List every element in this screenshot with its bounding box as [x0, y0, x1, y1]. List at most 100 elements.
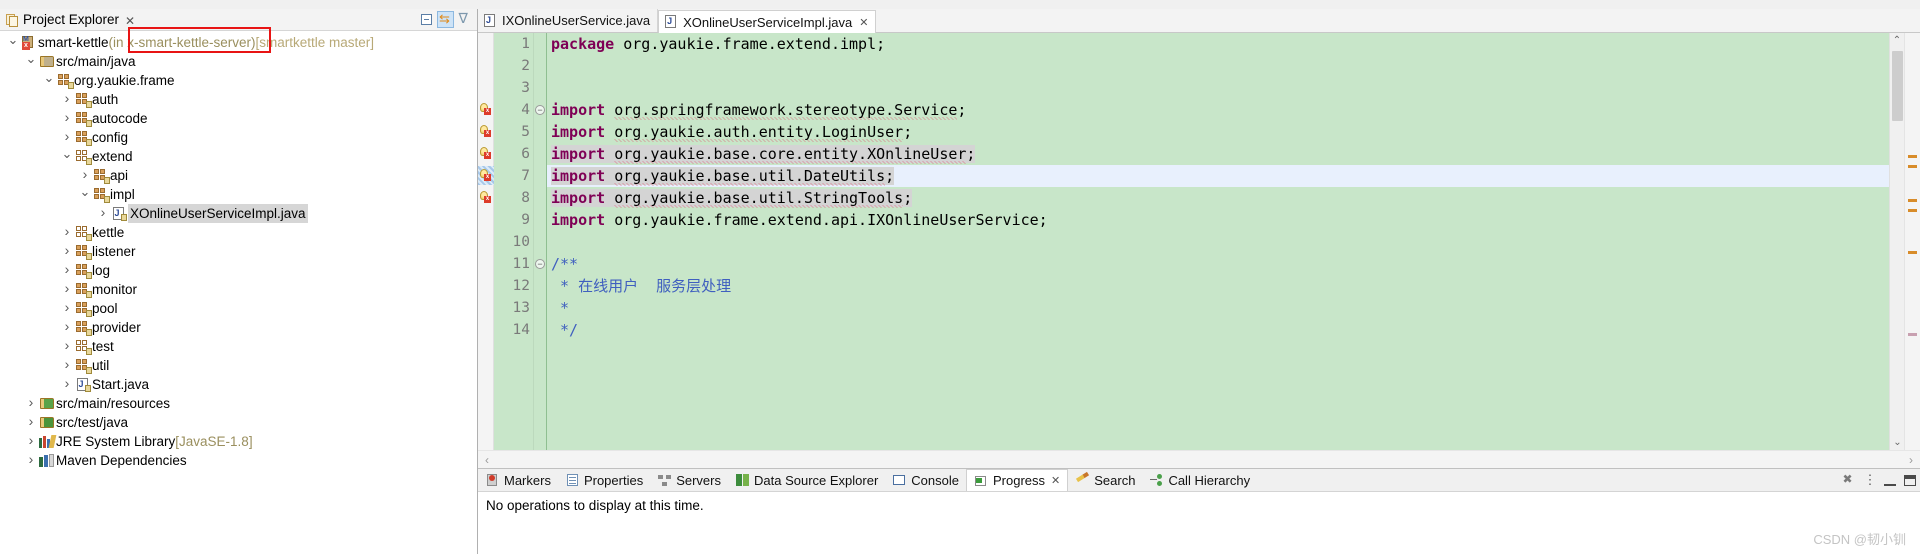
chevron-right-icon[interactable]: [24, 394, 38, 413]
bottom-tab[interactable]: Data Source Explorer: [728, 469, 885, 491]
overview-ruler-mark[interactable]: [1908, 155, 1917, 158]
code-line[interactable]: import org.yaukie.auth.entity.LoginUser;: [547, 121, 1889, 143]
terminate-all-button[interactable]: [1840, 470, 1860, 490]
chevron-down-icon[interactable]: [24, 52, 38, 71]
chevron-right-icon[interactable]: [60, 356, 74, 375]
tree-item[interactable]: org.yaukie.frame: [0, 71, 477, 90]
chevron-right-icon[interactable]: [60, 337, 74, 356]
vertical-scroll-thumb[interactable]: [1892, 51, 1903, 121]
bottom-tab[interactable]: Progress ✕: [965, 469, 1069, 491]
code-text-area[interactable]: package org.yaukie.frame.extend.impl; imp…: [547, 33, 1889, 450]
code-line[interactable]: *: [547, 297, 1889, 319]
tree-item[interactable]: pool: [0, 299, 477, 318]
warning-marker-icon[interactable]: x: [480, 191, 492, 204]
tree-item[interactable]: src/main/java: [0, 52, 477, 71]
scroll-down-arrow[interactable]: ⌄: [1890, 435, 1905, 450]
link-with-editor-button[interactable]: [437, 11, 454, 28]
overview-ruler-mark[interactable]: [1908, 165, 1917, 168]
overview-ruler-mark[interactable]: [1908, 251, 1917, 254]
tree-item[interactable]: impl: [0, 185, 477, 204]
view-menu-button[interactable]: [456, 10, 473, 28]
global-toolbar[interactable]: [0, 0, 1920, 9]
chevron-right-icon[interactable]: [60, 318, 74, 337]
code-line[interactable]: import org.yaukie.frame.extend.api.IXOnl…: [547, 209, 1889, 231]
editor-vertical-scrollbar[interactable]: ⌃ ⌄: [1889, 33, 1904, 450]
scroll-left-arrow[interactable]: ‹: [478, 453, 496, 467]
code-line[interactable]: import org.yaukie.base.util.StringTools;: [547, 187, 1889, 209]
tree-item[interactable]: JXOnlineUserServiceImpl.java: [0, 204, 477, 223]
chevron-right-icon[interactable]: [60, 109, 74, 128]
tree-item[interactable]: auth: [0, 90, 477, 109]
code-line[interactable]: package org.yaukie.frame.extend.impl;: [547, 33, 1889, 55]
warning-marker-icon[interactable]: x: [480, 125, 492, 138]
code-line[interactable]: */: [547, 319, 1889, 341]
code-line[interactable]: import org.yaukie.base.core.entity.XOnli…: [547, 143, 1889, 165]
tree-item[interactable]: JStart.java: [0, 375, 477, 394]
bottom-tab[interactable]: Search: [1068, 469, 1142, 491]
tree-item[interactable]: Mxsmart-kettle (in x-smart-kettle-server…: [0, 33, 477, 52]
close-icon[interactable]: ✕: [859, 16, 868, 29]
editor-tab[interactable]: J IXOnlineUserService.java: [478, 9, 659, 32]
bottom-tab[interactable]: Properties: [558, 469, 650, 491]
warning-marker-icon[interactable]: x: [480, 147, 492, 160]
fold-collapse-icon[interactable]: −: [535, 105, 545, 115]
fold-collapse-icon[interactable]: −: [535, 259, 545, 269]
tree-item[interactable]: src/test/java: [0, 413, 477, 432]
collapse-all-button[interactable]: [418, 11, 435, 28]
code-line[interactable]: [547, 231, 1889, 253]
bottom-tab[interactable]: Markers: [478, 469, 558, 491]
tree-item[interactable]: monitor: [0, 280, 477, 299]
chevron-right-icon[interactable]: [96, 204, 110, 223]
chevron-down-icon[interactable]: [42, 71, 56, 90]
overview-ruler-mark[interactable]: [1908, 209, 1917, 212]
editor-horizontal-scrollbar[interactable]: ‹ ›: [478, 450, 1920, 468]
warning-marker-icon[interactable]: x: [480, 103, 492, 116]
chevron-down-icon[interactable]: [60, 147, 74, 166]
tree-item[interactable]: log: [0, 261, 477, 280]
chevron-right-icon[interactable]: [60, 242, 74, 261]
bottom-tab-bar[interactable]: Markers Properties Servers Data Source Expl…: [478, 469, 1920, 492]
chevron-right-icon[interactable]: [60, 375, 74, 394]
tree-item[interactable]: kettle: [0, 223, 477, 242]
code-line[interactable]: /**: [547, 253, 1889, 275]
chevron-down-icon[interactable]: [78, 185, 92, 204]
close-icon[interactable]: ✕: [125, 15, 135, 27]
annotation-ruler[interactable]: xxxxx: [478, 33, 494, 450]
code-line[interactable]: import org.springframework.stereotype.Se…: [547, 99, 1889, 121]
tree-item[interactable]: extend: [0, 147, 477, 166]
editor-tab-bar[interactable]: J IXOnlineUserService.java J XOnlineUserSer…: [478, 9, 1920, 33]
minimize-button[interactable]: [1880, 470, 1900, 490]
overview-ruler[interactable]: [1904, 33, 1920, 450]
folding-ruler[interactable]: − −: [534, 33, 547, 450]
chevron-right-icon[interactable]: [60, 90, 74, 109]
overview-ruler-mark[interactable]: [1908, 199, 1917, 202]
chevron-right-icon[interactable]: [60, 299, 74, 318]
tree-item[interactable]: api: [0, 166, 477, 185]
tree-item[interactable]: Maven Dependencies: [0, 451, 477, 470]
tree-item[interactable]: listener: [0, 242, 477, 261]
chevron-right-icon[interactable]: [60, 223, 74, 242]
tree-item[interactable]: src/main/resources: [0, 394, 477, 413]
scroll-right-arrow[interactable]: ›: [1902, 453, 1920, 467]
chevron-right-icon[interactable]: [24, 413, 38, 432]
code-line[interactable]: import org.yaukie.base.util.DateUtils;: [547, 165, 1889, 187]
chevron-right-icon[interactable]: [24, 432, 38, 451]
chevron-right-icon[interactable]: [60, 261, 74, 280]
bottom-view-menu-button[interactable]: ⋮: [1860, 470, 1880, 490]
overview-ruler-mark[interactable]: [1908, 333, 1917, 336]
code-line[interactable]: * 在线用户 服务层处理: [547, 275, 1889, 297]
tree-item[interactable]: autocode: [0, 109, 477, 128]
bottom-tab[interactable]: Servers: [650, 469, 728, 491]
warning-marker-icon[interactable]: x: [480, 169, 492, 182]
project-tree[interactable]: Mxsmart-kettle (in x-smart-kettle-server…: [0, 31, 477, 554]
java-editor[interactable]: xxxxx 1 2 3 4 5 6 7 8 9 10 11 12 13 14 − − package org…: [478, 33, 1920, 450]
scroll-up-arrow[interactable]: ⌃: [1890, 33, 1904, 48]
bottom-tab[interactable]: Console: [885, 469, 966, 491]
chevron-right-icon[interactable]: [60, 280, 74, 299]
chevron-right-icon[interactable]: [24, 451, 38, 470]
close-icon[interactable]: ✕: [1051, 474, 1060, 487]
bottom-tab[interactable]: Call Hierarchy: [1142, 469, 1257, 491]
tree-item[interactable]: provider: [0, 318, 477, 337]
code-line[interactable]: [547, 77, 1889, 99]
tree-item[interactable]: test: [0, 337, 477, 356]
